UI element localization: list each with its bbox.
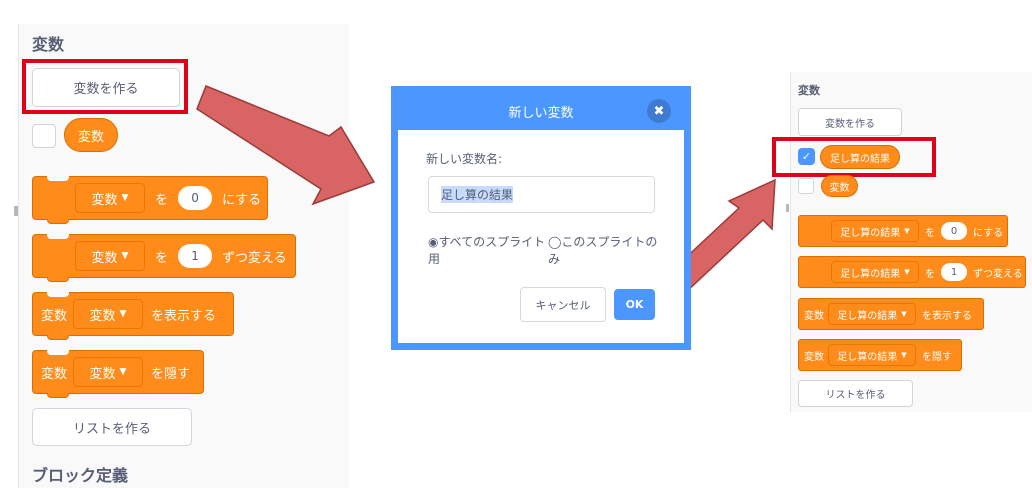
- dropdown-icon: ▼: [904, 268, 910, 276]
- right-change-suffix: ずつ変える: [973, 268, 1023, 280]
- close-icon[interactable]: ✖: [647, 99, 671, 123]
- variable-name-input[interactable]: 足し算の結果: [428, 176, 655, 213]
- arrow-icon: [196, 85, 376, 206]
- right-hide-prefix: 変数: [804, 351, 824, 363]
- radio-this-sprite[interactable]: ◯このスプライトのみ: [548, 234, 658, 268]
- ok-button[interactable]: OK: [614, 289, 655, 320]
- right-set-dropdown[interactable]: 足し算の結果 ▼: [831, 220, 919, 242]
- right-hide-suffix: を隠す: [922, 351, 952, 363]
- new-variable-highlight: [772, 137, 936, 177]
- right-set-variable-block[interactable]: 足し算の結果 ▼ を 0 にする: [798, 215, 1008, 247]
- right-set-word: を: [925, 227, 935, 239]
- right-set-suffix: にする: [973, 227, 1004, 239]
- right-show-suffix: を表示する: [922, 310, 972, 322]
- right-change-value[interactable]: 1: [941, 263, 967, 281]
- right-change-variable-block[interactable]: 足し算の結果 ▼ を 1 ずつ変える: [798, 256, 1026, 288]
- right-hide-variable-block[interactable]: 変数 足し算の結果 ▼ を隠す: [798, 339, 962, 371]
- right-show-prefix: 変数: [804, 310, 824, 322]
- right-change-word: を: [925, 268, 935, 280]
- dropdown-icon: ▼: [901, 310, 907, 318]
- right-variable-reporter[interactable]: 変数: [821, 175, 858, 197]
- dropdown-icon: ▼: [904, 227, 910, 235]
- dropdown-icon: ▼: [901, 351, 907, 359]
- right-set-value[interactable]: 0: [941, 222, 967, 240]
- dialog-title: 新しい変数: [508, 105, 574, 121]
- right-make-variable-button[interactable]: 変数を作る: [798, 108, 902, 136]
- scroll-marker: [786, 204, 789, 212]
- right-variables-section-title: 変数: [798, 84, 820, 97]
- right-show-dropdown[interactable]: 足し算の結果 ▼: [828, 303, 916, 325]
- right-variable-checkbox[interactable]: [798, 178, 814, 194]
- right-make-list-button[interactable]: リストを作る: [798, 380, 913, 407]
- variable-name-label: 新しい変数名:: [426, 152, 503, 166]
- right-change-dropdown[interactable]: 足し算の結果 ▼: [831, 261, 919, 283]
- right-show-variable-block[interactable]: 変数 足し算の結果 ▼ を表示する: [798, 298, 984, 330]
- radio-all-sprites[interactable]: ◉すべてのスプライト用: [428, 234, 548, 268]
- right-hide-dropdown[interactable]: 足し算の結果 ▼: [828, 344, 916, 366]
- cancel-button[interactable]: キャンセル: [520, 287, 606, 322]
- variable-name-value: 足し算の結果: [441, 186, 514, 203]
